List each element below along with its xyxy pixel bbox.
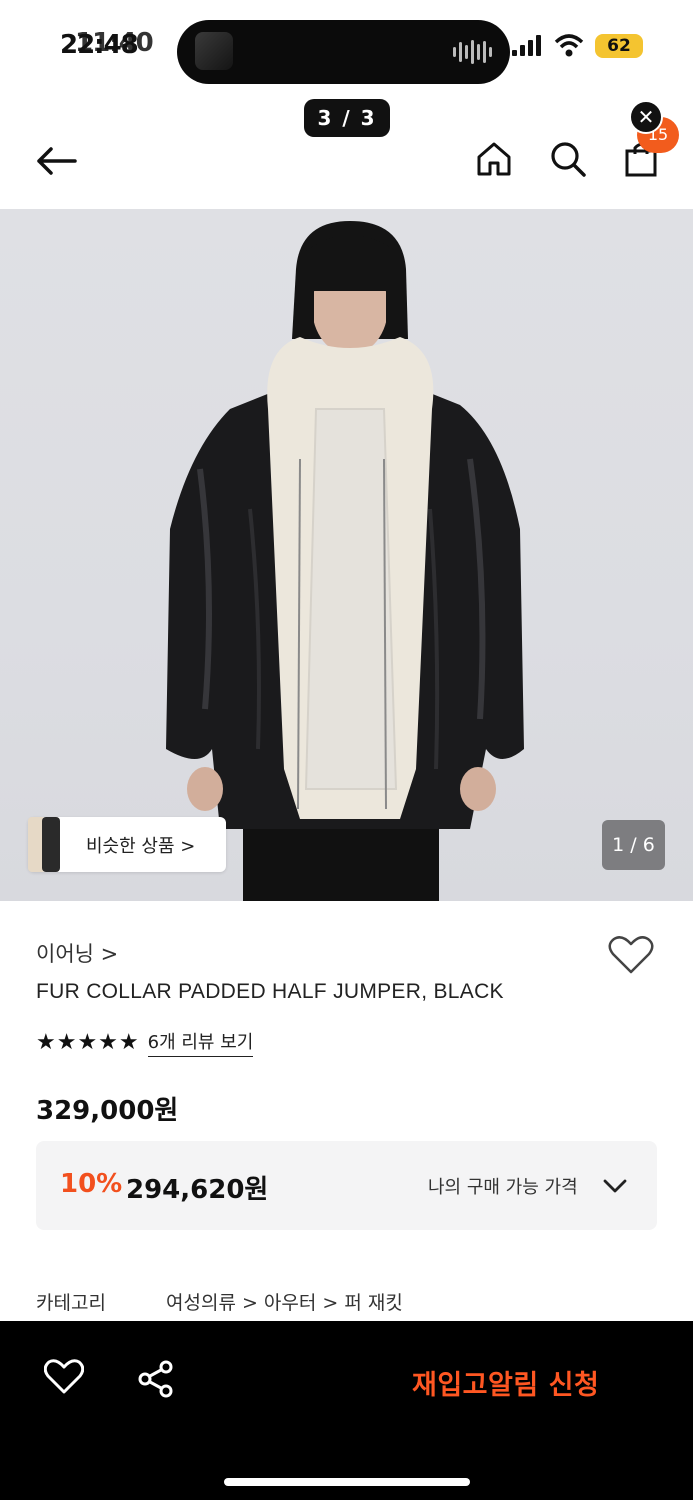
status-time-overlay: 11:40 xyxy=(75,28,154,58)
home-indicator[interactable] xyxy=(224,1478,470,1486)
category-label: 카테고리 xyxy=(36,1292,106,1314)
category-breadcrumb[interactable]: 여성의류 > 아우터 > 퍼 재킷 xyxy=(166,1288,403,1315)
my-price-label: 나의 구매 가능 가격 xyxy=(428,1177,578,1198)
like-button[interactable] xyxy=(43,1359,90,1405)
battery-indicator: 62 xyxy=(595,34,643,58)
category-row: 카테고리 여성의류 > 아우터 > 퍼 재킷 xyxy=(36,1288,403,1315)
now-playing-thumbnail xyxy=(195,32,233,70)
search-icon xyxy=(551,142,586,177)
product-title: FUR COLLAR PADDED HALF JUMPER, BLACK xyxy=(36,980,504,1003)
product-image[interactable] xyxy=(0,209,693,901)
original-price: 329,000원 xyxy=(36,1096,179,1126)
back-arrow-icon xyxy=(37,147,77,175)
review-link[interactable]: 6개 리뷰 보기 xyxy=(147,1028,254,1057)
back-button[interactable] xyxy=(30,135,82,187)
star-icon: ★★★★★ xyxy=(36,1030,140,1055)
status-bar: 22:48 11:40 62 xyxy=(0,0,693,95)
brand-link[interactable]: 이어닝 > xyxy=(36,938,118,968)
chevron-down-icon xyxy=(603,1179,627,1193)
rating-row: ★★★★★ 6개 리뷰 보기 xyxy=(36,1028,254,1057)
heart-icon xyxy=(43,1359,85,1394)
signal-icon xyxy=(512,34,541,56)
similar-products-label: 비슷한 상품 > xyxy=(86,835,196,857)
share-button[interactable] xyxy=(136,1359,182,1405)
discount-rate: 10% xyxy=(60,1169,123,1199)
top-nav xyxy=(0,120,693,200)
similar-thumbnails xyxy=(28,817,66,872)
similar-products-button[interactable]: 비슷한 상품 > xyxy=(28,817,226,872)
dynamic-island[interactable] xyxy=(177,20,510,84)
home-icon xyxy=(477,142,511,176)
bottom-action-bar: 재입고알림 신청 xyxy=(0,1321,693,1500)
discount-price: 294,620원 xyxy=(126,1175,269,1205)
wifi-icon xyxy=(554,34,584,57)
restock-alert-button[interactable]: 재입고알림 신청 xyxy=(412,1363,599,1402)
home-button[interactable] xyxy=(470,135,518,183)
wishlist-button[interactable] xyxy=(608,935,658,981)
search-button[interactable] xyxy=(544,135,592,183)
close-icon[interactable]: ✕ xyxy=(629,100,663,134)
heart-icon xyxy=(608,936,654,974)
share-icon xyxy=(138,1360,173,1398)
product-photo-model xyxy=(166,221,524,901)
image-counter: 1 / 6 xyxy=(602,820,665,870)
my-price-dropdown[interactable]: 10% 294,620원 나의 구매 가능 가격 xyxy=(36,1141,657,1230)
audio-wave-icon xyxy=(453,40,492,64)
